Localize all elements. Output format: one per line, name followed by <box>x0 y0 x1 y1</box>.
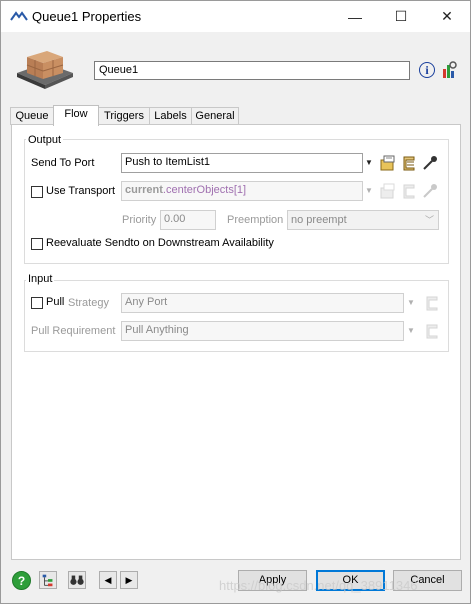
tab-flow[interactable]: Flow <box>53 105 99 126</box>
pull-requirement-field[interactable]: Pull Anything <box>121 321 404 341</box>
strategy-code-icon <box>426 296 438 311</box>
use-transport-dropdown-icon: ▼ <box>365 186 373 195</box>
priority-field[interactable]: 0.00 <box>160 210 216 230</box>
input-group <box>24 280 449 352</box>
preemption-select[interactable]: no preempt ﹀ <box>287 210 439 230</box>
cancel-button[interactable]: Cancel <box>393 570 462 591</box>
title-bar[interactable]: Queue1 Properties — ☐ ✕ <box>1 1 470 32</box>
ok-button[interactable]: OK <box>316 570 385 591</box>
transport-properties-icon <box>380 183 395 199</box>
send-to-port-label: Send To Port <box>31 157 95 169</box>
properties-window: Queue1 Properties — ☐ ✕ Queue1 i Queue F… <box>0 0 471 604</box>
pull-requirement-code-icon <box>426 324 438 339</box>
input-group-label: Input <box>26 273 55 285</box>
strategy-dropdown-icon: ▼ <box>407 298 415 307</box>
strategy-field[interactable]: Any Port <box>121 293 404 313</box>
output-group-label: Output <box>26 134 64 146</box>
priority-label: Priority <box>122 214 157 226</box>
tree-view-button[interactable] <box>39 571 57 589</box>
sampler-icon[interactable] <box>422 155 438 171</box>
send-to-port-field[interactable]: Push to ItemList1 <box>121 153 363 173</box>
tools-icon[interactable] <box>441 61 457 79</box>
object-name-input[interactable]: Queue1 <box>94 61 410 80</box>
apply-button[interactable]: Apply <box>238 570 307 591</box>
app-logo-icon <box>10 11 28 21</box>
send-to-port-dropdown-icon[interactable]: ▼ <box>364 153 374 173</box>
pull-checkbox[interactable] <box>31 297 43 309</box>
queue-object-icon <box>17 51 73 89</box>
tab-queue[interactable]: Queue <box>10 107 54 125</box>
tab-labels[interactable]: Labels <box>149 107 192 125</box>
info-icon[interactable]: i <box>419 62 435 78</box>
help-button[interactable]: ? <box>12 571 31 590</box>
minimize-button[interactable]: — <box>332 1 378 32</box>
pull-label: Pull <box>46 296 65 308</box>
use-transport-label: Use Transport <box>46 185 116 197</box>
flow-tab-panel: Output Send To Port Push to ItemList1 ▼ … <box>11 124 461 560</box>
pull-requirement-label: Pull Requirement <box>31 325 116 337</box>
find-binoculars-button[interactable] <box>68 571 86 589</box>
maximize-button[interactable]: ☐ <box>378 1 424 32</box>
code-edit-icon[interactable] <box>401 155 417 171</box>
chevron-down-icon: ﹀ <box>424 215 434 225</box>
properties-edit-icon[interactable] <box>380 155 396 171</box>
transport-code-icon <box>403 184 415 199</box>
use-transport-field[interactable]: current.centerObjects[1] <box>121 181 363 201</box>
previous-arrow-button[interactable]: ◀ <box>99 571 117 589</box>
close-button[interactable]: ✕ <box>424 1 470 32</box>
tab-general[interactable]: General <box>191 107 239 125</box>
reevaluate-label: Reevaluate Sendto on Downstream Availabi… <box>46 237 274 249</box>
transport-sampler-icon <box>423 184 437 198</box>
reevaluate-checkbox[interactable] <box>31 238 43 250</box>
window-title: Queue1 Properties <box>32 9 142 24</box>
use-transport-checkbox[interactable] <box>31 186 43 198</box>
preemption-label: Preemption <box>227 214 284 226</box>
strategy-label: Strategy <box>68 297 109 309</box>
next-arrow-button[interactable]: ▶ <box>120 571 138 589</box>
tab-triggers[interactable]: Triggers <box>98 107 150 125</box>
pull-requirement-dropdown-icon: ▼ <box>407 326 415 335</box>
